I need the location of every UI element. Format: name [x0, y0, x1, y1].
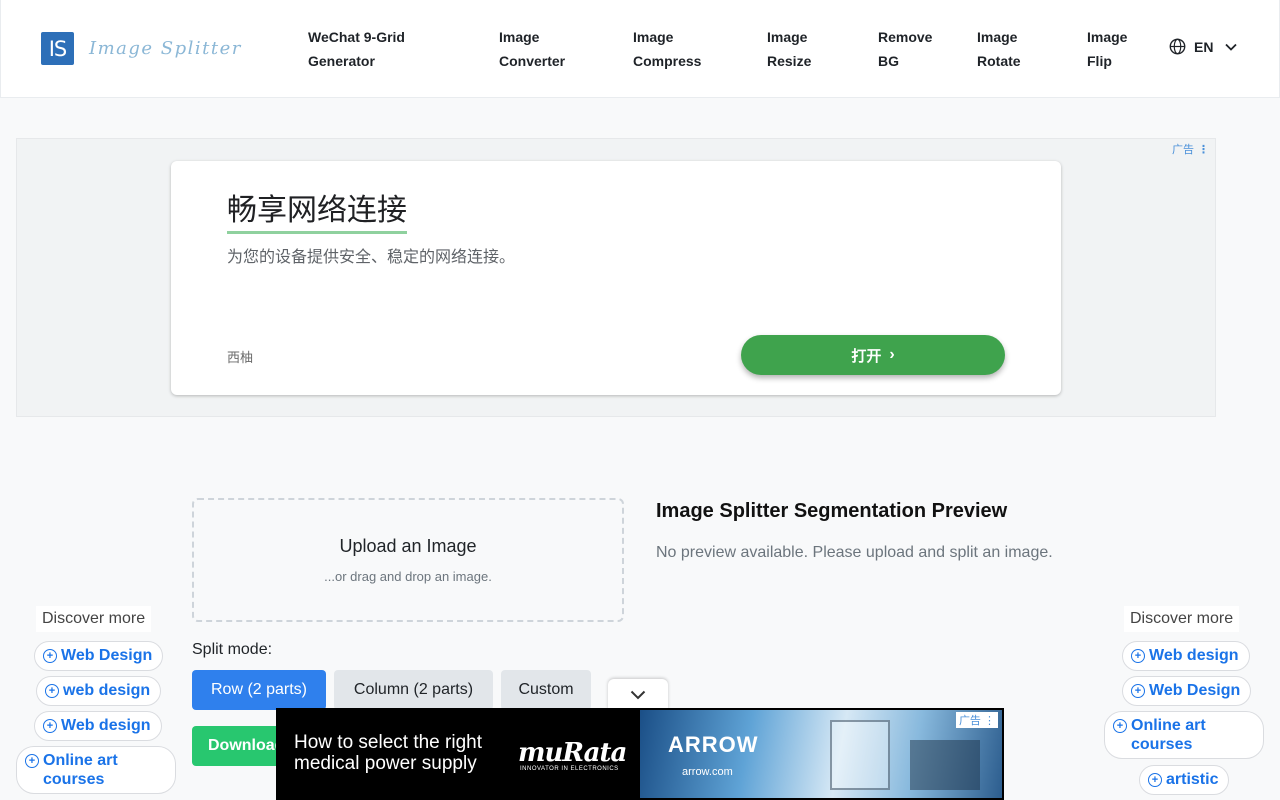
ad-label: 广告 — [958, 715, 981, 727]
bottom-ad-image: ARROW arrow.com 广告 ⋮ — [640, 710, 1002, 798]
pill-label: Web Design — [61, 647, 153, 664]
equipment-shape — [830, 720, 890, 790]
left-pill-web-design[interactable]: + Web Design — [34, 641, 164, 671]
monitor-shape — [910, 740, 980, 790]
ad-label: 广告 — [1172, 144, 1194, 156]
globe-icon — [1169, 38, 1186, 55]
plus-circle-icon: + — [1131, 649, 1145, 663]
left-discover-heading: Discover more — [36, 606, 152, 632]
pill-label: Web Design — [1149, 682, 1241, 699]
pill-label: Online art courses — [43, 752, 118, 788]
ad-subtitle: 为您的设备提供安全、稳定的网络连接。 — [227, 249, 516, 266]
nav-image-compress[interactable]: Image Compress — [633, 25, 701, 73]
split-custom-button[interactable]: Custom — [501, 670, 591, 710]
more-options-icon: ⋮ — [1198, 143, 1209, 156]
right-pill-web-design-2[interactable]: + Web Design — [1122, 676, 1252, 706]
nav-image-flip[interactable]: Image Flip — [1087, 25, 1127, 73]
upload-title: Upload an Image — [339, 536, 477, 556]
left-pill-online-art-courses[interactable]: + Online art courses — [16, 746, 176, 794]
plus-circle-icon: + — [1113, 719, 1127, 733]
ad-card[interactable]: 畅享网络连接 为您的设备提供安全、稳定的网络连接。 西柚 打开 › — [171, 161, 1061, 395]
split-row-button[interactable]: Row (2 parts) — [192, 670, 326, 710]
right-pill-online-art-courses[interactable]: + Online art courses — [1104, 711, 1264, 759]
language-label: EN — [1194, 38, 1214, 55]
left-pill-web-design-2[interactable]: + web design — [36, 676, 162, 706]
right-pill-artistic[interactable]: + artistic — [1139, 765, 1230, 795]
plus-circle-icon: + — [1131, 684, 1145, 698]
top-advertisement: 广告 ⋮ 畅享网络连接 为您的设备提供安全、稳定的网络连接。 西柚 打开 › — [16, 138, 1216, 417]
ad-choices-tag[interactable]: 广告 ⋮ — [1172, 141, 1209, 157]
nav-remove-bg[interactable]: Remove BG — [878, 25, 932, 73]
chevron-right-icon: › — [889, 346, 895, 363]
ad-title: 畅享网络连接 — [227, 191, 407, 234]
bottom-advertisement[interactable]: How to select the right medical power su… — [276, 708, 1004, 800]
ad-open-button[interactable]: 打开 › — [741, 335, 1005, 375]
right-pill-web-design[interactable]: + Web design — [1122, 641, 1250, 671]
nav-wechat-9-grid[interactable]: WeChat 9-Grid Generator — [308, 25, 405, 73]
ad-brand: 西柚 — [227, 350, 254, 365]
logo-mark: IS — [41, 32, 74, 65]
plus-circle-icon: + — [1148, 773, 1162, 787]
nav-image-rotate[interactable]: Image Rotate — [977, 25, 1021, 73]
plus-circle-icon: + — [43, 649, 57, 663]
right-discover-heading: Discover more — [1124, 606, 1240, 632]
pill-label: Web design — [1149, 647, 1239, 664]
arrow-logo: ARROW — [668, 732, 759, 757]
site-header: IS Image Splitter WeChat 9-Grid Generato… — [0, 0, 1280, 98]
plus-circle-icon: + — [25, 754, 39, 768]
collapse-ad-button[interactable] — [608, 679, 668, 710]
ad-choices-tag[interactable]: 广告 ⋮ — [955, 712, 998, 728]
pill-label: Web design — [61, 717, 151, 734]
left-pill-web-design-3[interactable]: + Web design — [34, 711, 162, 741]
pill-label: web design — [63, 682, 151, 699]
plus-circle-icon: + — [43, 719, 57, 733]
split-column-button[interactable]: Column (2 parts) — [334, 670, 493, 710]
nav-image-resize[interactable]: Image Resize — [767, 25, 811, 73]
murata-tagline: INNOVATOR IN ELECTRONICS — [520, 766, 619, 772]
bottom-ad-headline: How to select the right medical power su… — [294, 732, 482, 774]
language-selector[interactable]: EN — [1169, 38, 1245, 55]
ad-open-label: 打开 — [851, 347, 882, 365]
arrow-url: arrow.com — [682, 766, 733, 778]
chevron-down-icon — [630, 690, 646, 699]
chevron-down-icon — [1225, 43, 1238, 51]
upload-subtitle: ...or drag and drop an image. — [324, 569, 492, 584]
pill-label: Online art courses — [1131, 717, 1206, 753]
preview-empty-text: No preview available. Please upload and … — [656, 544, 1053, 561]
pill-label: artistic — [1166, 771, 1219, 788]
plus-circle-icon: + — [45, 684, 59, 698]
upload-dropzone[interactable]: Upload an Image ...or drag and drop an i… — [192, 498, 624, 622]
nav-image-converter[interactable]: Image Converter — [499, 25, 565, 73]
preview-title: Image Splitter Segmentation Preview — [656, 500, 1008, 522]
logo-text: Image Splitter — [89, 38, 242, 59]
murata-logo: muRata — [518, 738, 627, 768]
split-mode-label: Split mode: — [192, 641, 273, 658]
site-logo[interactable]: IS Image Splitter — [41, 32, 242, 65]
